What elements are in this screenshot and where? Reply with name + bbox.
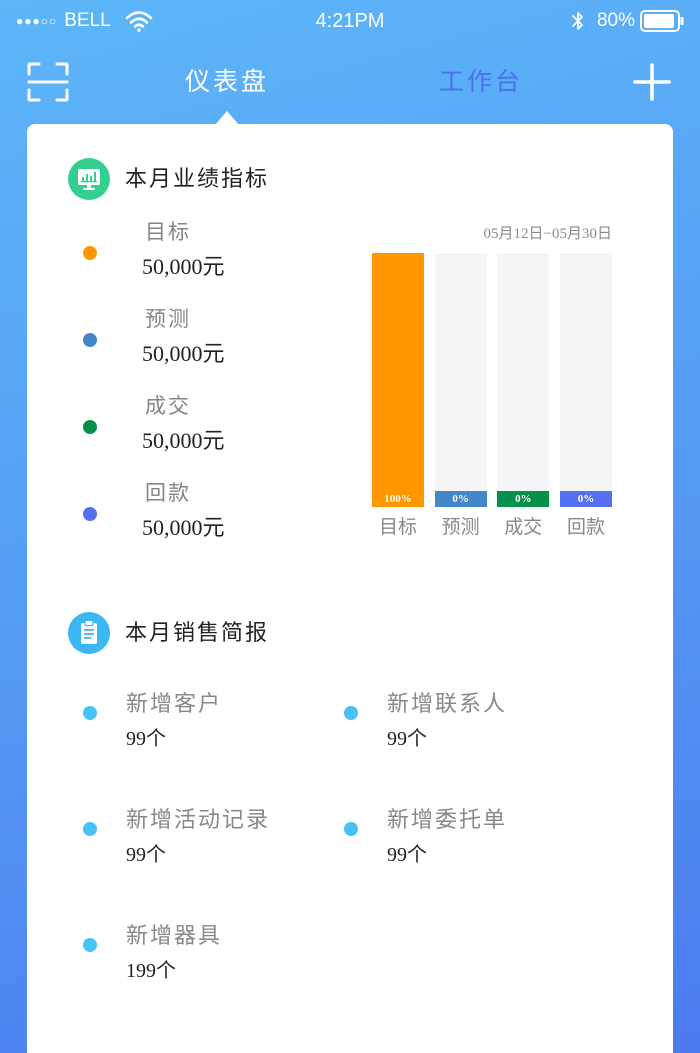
clipboard-icon — [68, 612, 110, 654]
active-tab-indicator — [215, 111, 239, 125]
status-bar: ●●●○○ BELL 4:21PM 80% — [0, 0, 700, 42]
legend-value: 50,000元 — [142, 254, 225, 279]
chart-bar-track: 100% — [372, 253, 424, 507]
brief-value: 199个 — [126, 960, 176, 982]
bullet-dot — [83, 822, 97, 836]
brief-item-new-instruments: 新增器具 199个 — [83, 921, 344, 1037]
monitor-chart-icon — [68, 158, 110, 200]
sales-brief-title: 本月销售简报 — [125, 620, 270, 645]
brief-value: 99个 — [126, 844, 166, 866]
bluetooth-icon — [572, 12, 583, 30]
brief-value: 99个 — [387, 844, 427, 866]
chart-data-label: 0% — [452, 493, 469, 505]
legend-item: 预测 50,000元 — [83, 304, 343, 391]
brief-value: 99个 — [387, 728, 427, 750]
brief-label: 新增器具 — [126, 923, 223, 948]
battery-icon — [640, 10, 684, 32]
bullet-dot — [344, 706, 358, 720]
legend-item: 目标 50,000元 — [83, 217, 343, 304]
chart-bar-track: 0% — [497, 253, 550, 507]
performance-bar-chart: 100% 0% 0% 0% — [372, 253, 612, 507]
legend-dot — [83, 420, 97, 434]
legend-item: 成交 50,000元 — [83, 391, 343, 478]
sales-brief-list: 新增客户 99个 新增联系人 99个 新增活动记录 99个 新增委托单 99个 … — [83, 689, 605, 1037]
brief-label: 新增客户 — [126, 691, 223, 716]
legend-label: 成交 — [145, 394, 191, 418]
brief-item-new-orders: 新增委托单 99个 — [344, 805, 605, 921]
plus-icon[interactable] — [633, 63, 671, 101]
chart-bar: 100% — [372, 253, 424, 507]
legend-value: 50,000元 — [142, 428, 225, 453]
bullet-dot — [83, 938, 97, 952]
chart-category-label: 预测 — [441, 517, 480, 538]
brief-label: 新增联系人 — [387, 691, 508, 716]
status-right: 80% — [571, 7, 684, 35]
legend-label: 目标 — [145, 220, 191, 244]
legend-label: 回款 — [145, 481, 191, 505]
legend-value: 50,000元 — [142, 341, 225, 366]
chart-bar: 0% — [497, 491, 550, 507]
legend-dot — [83, 333, 97, 347]
dashboard-card: 本月业绩指标 目标 50,000元 预测 50,000元 成交 50,000元 … — [27, 124, 673, 1053]
chart-bar: 0% — [434, 491, 487, 507]
chart-bar-track: 0% — [434, 253, 487, 507]
tab-dashboard[interactable]: 仪表盘 — [167, 66, 287, 100]
performance-title: 本月业绩指标 — [125, 166, 270, 191]
chart-category-label: 目标 — [378, 517, 417, 538]
chart-category-label: 成交 — [504, 517, 543, 538]
brief-item-new-customers: 新增客户 99个 — [83, 689, 344, 805]
brief-label: 新增委托单 — [387, 807, 508, 832]
chart-data-label: 100% — [384, 493, 412, 505]
brief-value: 99个 — [126, 728, 166, 750]
legend-label: 预测 — [145, 307, 191, 331]
performance-legend: 目标 50,000元 预测 50,000元 成交 50,000元 回款 50,0… — [83, 217, 343, 565]
date-range: 05月12日−05月30日 — [483, 226, 612, 242]
legend-dot — [83, 246, 97, 260]
chart-bar-track: 0% — [559, 253, 612, 507]
tab-workbench[interactable]: 工作台 — [421, 66, 541, 100]
bullet-dot — [83, 706, 97, 720]
chart-category-label: 回款 — [566, 517, 605, 538]
bullet-dot — [344, 822, 358, 836]
battery-percent: 80% — [596, 10, 635, 31]
chart-data-label: 0% — [515, 493, 532, 505]
brief-item-new-contacts: 新增联系人 99个 — [344, 689, 605, 805]
scan-icon[interactable] — [27, 62, 69, 102]
legend-item: 回款 50,000元 — [83, 478, 343, 565]
brief-item-new-activities: 新增活动记录 99个 — [83, 805, 344, 921]
chart-data-label: 0% — [577, 493, 595, 505]
legend-dot — [83, 507, 97, 521]
chart-bar: 0% — [559, 491, 612, 507]
chart-category-axis: 目标 预测 成交 回款 — [372, 515, 612, 541]
legend-value: 50,000元 — [142, 515, 225, 540]
brief-label: 新增活动记录 — [126, 807, 271, 832]
